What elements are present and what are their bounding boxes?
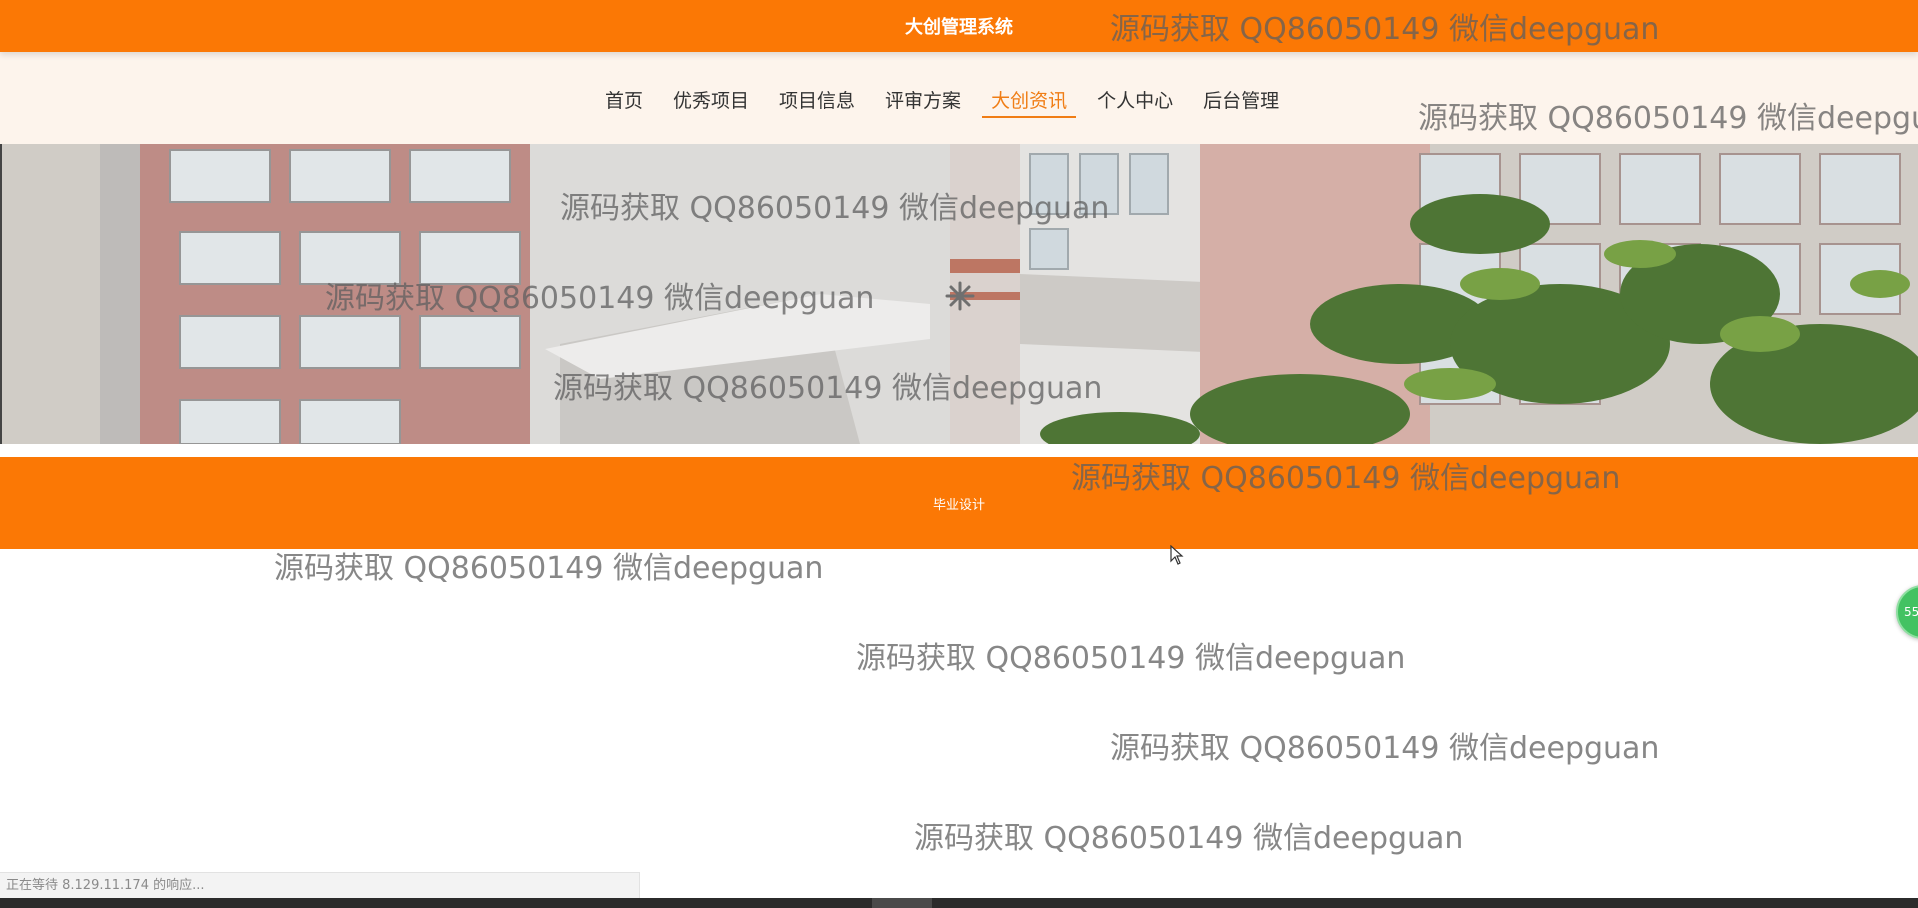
nav-item-home[interactable]: 首页 [596,86,652,116]
nav-item-admin[interactable]: 后台管理 [1194,86,1288,116]
nav-item-news[interactable]: 大创资讯 [982,86,1077,118]
scrollbar-thumb[interactable] [872,898,932,908]
browser-status-bar: 正在等待 8.129.11.174 的响应... [0,872,640,898]
nav-item-personal-center[interactable]: 个人中心 [1088,86,1182,116]
section-label: 毕业设计 [932,498,985,513]
watermark-text: 源码获取 QQ86050149 微信deepguan [914,821,1464,856]
float-badge-icon[interactable]: 55 [1896,585,1918,639]
site-title: 大创管理系统 [905,17,1013,38]
mouse-cursor-icon [1170,545,1184,565]
asterisk-spinner-icon [945,281,975,311]
watermark-text: 源码获取 QQ86050149 微信deepguan [1110,731,1660,766]
horizontal-scrollbar[interactable] [0,898,1918,908]
banner-left-edge [0,144,2,444]
nav-item-excellent-projects[interactable]: 优秀项目 [664,86,758,116]
banner-image [0,144,1918,444]
nav-item-review-plan[interactable]: 评审方案 [876,86,970,116]
watermark-text: 源码获取 QQ86050149 微信deepguan [274,551,824,586]
watermark-text: 源码获取 QQ86050149 微信deepguan [856,641,1406,676]
top-header-bar: 大创管理系统 [0,0,1918,52]
nav-list: 首页 优秀项目 项目信息 评审方案 大创资讯 个人中心 后台管理 [596,86,1300,120]
section-band: 毕业设计 [0,457,1918,549]
nav-item-project-info[interactable]: 项目信息 [770,86,864,116]
main-navigation: 首页 优秀项目 项目信息 评审方案 大创资讯 个人中心 后台管理 [0,52,1918,144]
